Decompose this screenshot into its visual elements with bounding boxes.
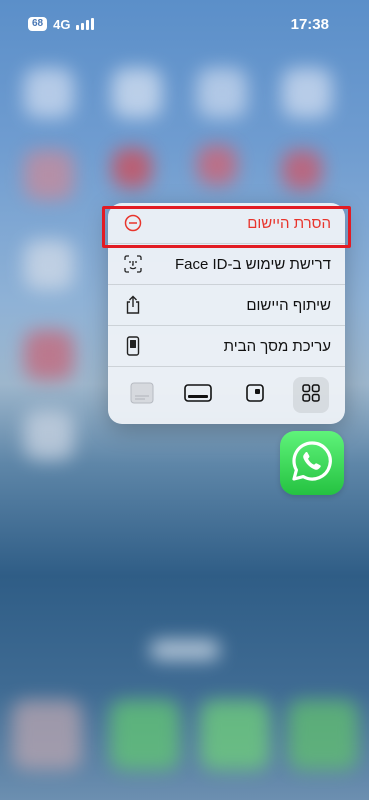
widget-size-row xyxy=(108,367,345,423)
require-face-id-item[interactable]: דרישת שימוש ב-Face ID xyxy=(108,244,345,285)
whatsapp-icon xyxy=(289,438,335,489)
face-id-icon xyxy=(122,253,144,275)
battery-badge: 68 xyxy=(28,17,48,31)
status-bar: 68 4G 17:38 xyxy=(0,0,369,48)
whatsapp-app-icon[interactable] xyxy=(280,431,344,495)
share-app-item[interactable]: שיתוף היישום xyxy=(108,285,345,326)
clock: 17:38 xyxy=(290,15,329,33)
menu-item-label: דרישת שימוש ב-Face ID xyxy=(174,255,331,273)
widget-extra-large-button[interactable] xyxy=(124,377,160,413)
signal-icon xyxy=(76,18,95,30)
menu-item-label: עריכת מסך הבית xyxy=(223,337,331,355)
widget-extra-large-icon xyxy=(130,382,154,409)
menu-item-label: שיתוף היישום xyxy=(246,296,331,314)
edit-home-screen-item[interactable]: עריכת מסך הבית xyxy=(108,326,345,367)
widget-large-icon xyxy=(184,383,213,407)
widget-medium-button[interactable] xyxy=(237,377,273,413)
widget-medium-icon xyxy=(245,383,264,407)
network-label: 4G xyxy=(53,16,71,32)
remove-app-highlight xyxy=(102,206,351,248)
widget-large-button[interactable] xyxy=(180,377,216,413)
widget-small-button[interactable] xyxy=(292,377,329,413)
widget-small-icon xyxy=(302,383,320,407)
status-left: 68 4G xyxy=(28,16,95,32)
share-icon xyxy=(122,294,144,316)
phone-icon xyxy=(122,335,144,357)
